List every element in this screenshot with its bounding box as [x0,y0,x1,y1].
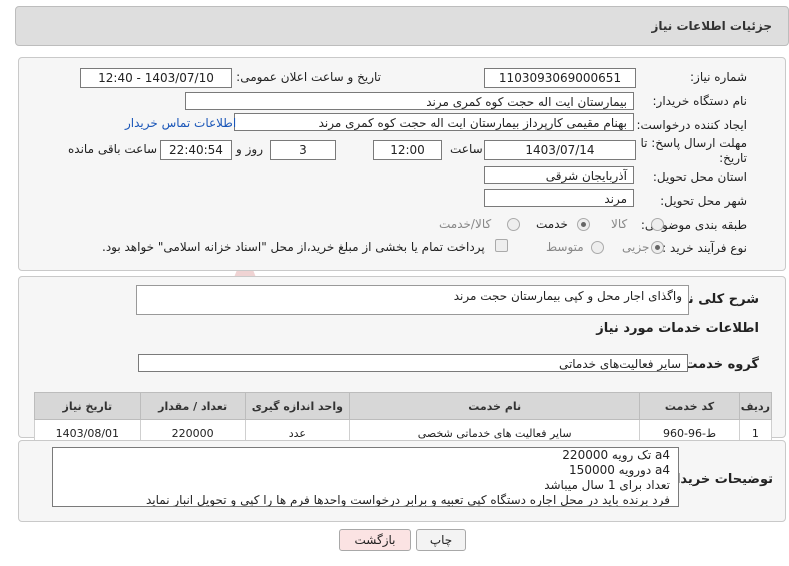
announce-field: 1403/07/10 - 12:40 [80,68,232,88]
buyer-note-line: a4 تک رویه 220000 [562,448,670,462]
deadline-date-field: 1403/07/14 [484,140,636,160]
creator-field: بهنام مقیمی کارپرداز بیمارستان ایت اله ح… [234,113,634,131]
city-label: شهر محل تحویل: [660,194,747,208]
purchase-option-minor: جزیی [622,240,650,254]
buyer-org-label: نام دستگاه خریدار: [652,94,748,108]
deadline-time-field: 12:00 [373,140,442,160]
province-label: استان محل تحویل: [652,170,747,184]
remaining-time-field: 22:40:54 [160,140,232,160]
buyer-contact-link[interactable]: اطلاعات تماس خریدار [125,116,236,130]
col-name-header: نام خدمت [349,392,641,420]
service-group-field: سایر فعالیت‌های خدماتی [138,354,688,372]
service-group-label: گروه خدمت: [679,357,759,372]
page-title: جزئیات اطلاعات نیاز [651,19,772,33]
deadline-label: مهلت ارسال پاسخ: تا تاریخ: [640,136,747,165]
treasury-payment-note: پرداخت تمام یا بخشی از مبلغ خرید،از محل … [102,240,485,254]
days-field: 3 [270,140,336,160]
category-radio-service[interactable] [577,218,590,231]
col-unit-header: واحد اندازه گیری [244,392,351,420]
remaining-label: ساعت باقی مانده [68,142,158,156]
buyer-note-line: فرد برنده باید در محل اجاره دستگاه کپی ت… [145,493,670,507]
deadline-time-label: ساعت [450,142,483,156]
creator-label: ایجاد کننده درخواست: [636,118,747,132]
announce-label: تاریخ و ساعت اعلان عمومی: [236,70,381,84]
buyer-notes-label: توضیحات خریدار: [663,472,773,487]
col-code-header: کد خدمت [639,392,740,420]
buyer-org-field: بیمارستان ایت اله حجت کوه کمری مرند [185,92,634,110]
purchase-type-label: نوع فرآیند خرید : [662,241,747,255]
need-number-label: شماره نیاز: [690,70,747,84]
purchase-radio-medium[interactable] [591,241,604,254]
summary-field[interactable]: واگذای اجار محل و کپی بیمارستان حجت مرند [136,285,689,315]
col-qty-header: تعداد / مقدار [139,392,246,420]
col-row-header: ردیف [738,392,773,420]
table-header-row: ردیف کد خدمت نام خدمت واحد اندازه گیری ت… [34,392,773,420]
buyer-notes-field[interactable]: a4 تک رویه 220000 a4 دورویه 150000 تعداد… [52,447,679,507]
treasury-payment-checkbox[interactable] [495,239,508,252]
category-radio-goods-service[interactable] [507,218,520,231]
need-number-field: 1103093069000651 [484,68,636,88]
col-date-header: تاریخ نیاز [34,392,141,420]
category-option-goods: کالا [611,217,628,231]
purchase-radio-minor[interactable] [651,241,664,254]
days-label: روز و [236,142,263,156]
page-header: جزئیات اطلاعات نیاز [15,6,789,46]
buyer-note-line: تعداد برای 1 سال میباشد [544,478,670,492]
category-radio-goods[interactable] [651,218,664,231]
purchase-option-medium: متوسط [546,240,584,254]
province-field: آذربایجان شرقی [484,166,634,184]
services-section-title: اطلاعات خدمات مورد نیاز [596,321,759,336]
city-field: مرند [484,189,634,207]
print-button[interactable]: چاپ [416,529,466,551]
category-option-goods-service: کالا/خدمت [439,217,492,231]
back-button[interactable]: بازگشت [339,529,411,551]
buyer-note-line: a4 دورویه 150000 [569,463,670,477]
category-option-service: خدمت [536,217,568,231]
